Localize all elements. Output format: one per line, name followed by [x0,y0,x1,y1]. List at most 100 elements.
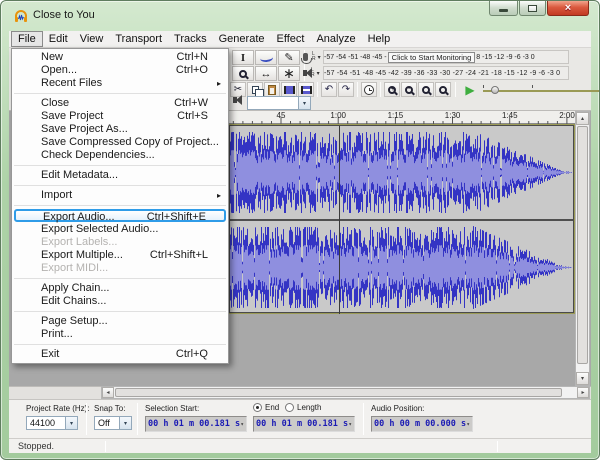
copy-icon [251,85,264,99]
menu-item-open[interactable]: Open... Ctrl+O [12,64,228,77]
menu-item-edit-chains[interactable]: Edit Chains... [12,295,228,308]
scroll-down-button[interactable]: ▾ [576,372,589,385]
play-icon: ▶ [465,82,475,97]
selection-tool-button[interactable]: I [232,50,254,65]
audio-position-field[interactable]: 00 h 00 m 00.000 s ▾ [371,416,473,432]
clock-icon [364,84,374,95]
chevron-down-icon: ▾ [317,54,321,61]
playback-speed-slider[interactable] [483,85,599,95]
ruler-label: 1:30 [444,111,461,120]
maximize-button[interactable] [519,1,546,16]
record-meter[interactable]: -57 -54 -51 -48 -45 - Click to Start Mon… [323,50,569,64]
timeshift-tool-button[interactable]: ↔ [255,66,277,81]
sync-lock-button[interactable] [361,82,377,97]
menu-item-import[interactable]: Import ▸ [12,189,228,202]
selection-end-field[interactable]: 00 h 01 m 00.181 s ▾ [253,416,355,432]
selection-start-field[interactable]: 00 h 01 m 00.181 s ▾ [145,416,247,432]
chevron-down-icon: ▾ [119,417,131,429]
copy-button[interactable] [247,82,264,99]
menubar-item-file[interactable]: File [11,31,43,47]
menu-separator [14,278,226,279]
draw-tool-button[interactable]: ✎ [278,50,300,65]
menubar-item-generate[interactable]: Generate [213,31,271,47]
menu-item-close[interactable]: Close Ctrl+W [12,97,228,110]
undo-button[interactable]: ↶ [321,82,337,97]
menu-separator [14,344,226,345]
radio-selected-icon [253,403,262,412]
paste-icon [268,84,276,95]
timeline-ruler[interactable]: 45 1:00 1:15 1:30 1:45 2:00 [228,111,575,124]
fit-selection-button[interactable] [418,82,434,97]
horizontal-scrollbar[interactable]: ◂ ▸ [101,386,590,399]
chevron-down-icon: ▾ [466,420,470,428]
menu-item-save-project[interactable]: Save Project Ctrl+S [12,110,228,123]
play-at-speed-button[interactable]: ▶ [461,82,479,97]
record-meter-button[interactable]: LR ▾ [301,50,321,64]
fit-project-button[interactable] [435,82,451,97]
close-button[interactable]: × [547,1,589,16]
pencil-icon: ✎ [284,52,294,64]
menu-item-new[interactable]: New Ctrl+N [12,51,228,64]
multi-tool-button[interactable]: ∗ [278,65,300,81]
zoom-out-button[interactable]: - [401,82,417,97]
menu-item-page-setup[interactable]: Page Setup... [12,315,228,328]
slider-thumb[interactable] [491,86,499,94]
end-radio[interactable]: End [253,403,279,412]
monitor-label[interactable]: Click to Start Monitoring [387,51,476,63]
menu-item-export-multiple[interactable]: Export Multiple... Ctrl+Shift+L [12,249,228,262]
silence-audio-button[interactable] [298,82,314,97]
menubar-item-view[interactable]: View [74,31,110,47]
menu-item-export-selected-audio[interactable]: Export Selected Audio... [12,223,228,236]
chevron-down-icon: ▾ [298,97,310,109]
menubar-item-edit[interactable]: Edit [43,31,74,47]
menu-item-save-project-as[interactable]: Save Project As... [12,123,228,136]
zoom-tool-button[interactable] [232,66,254,81]
trim-audio-button[interactable] [281,82,297,97]
vertical-scrollbar[interactable]: ▴ ▾ [575,111,590,386]
zoom-out-icon: - [405,85,413,94]
playback-meter[interactable]: -57 -54 -51 -48 -45 -42 -39 -36 -33 -30 … [323,66,569,80]
zoom-in-button[interactable]: + [384,82,400,97]
menu-item-check-dependencies[interactable]: Check Dependencies... [12,149,228,162]
menubar-item-transport[interactable]: Transport [109,31,168,47]
redo-button[interactable]: ↷ [338,82,354,97]
menu-separator [14,165,226,166]
scroll-right-button[interactable]: ▸ [577,387,589,398]
menu-item-print[interactable]: Print... [12,328,228,341]
snap-to-select[interactable]: Off ▾ [94,416,132,430]
menu-item-apply-chain[interactable]: Apply Chain... [12,282,228,295]
length-radio[interactable]: Length [285,403,321,412]
ruler-label: 45 [276,111,286,120]
selection-start-label: Selection Start: [145,404,200,413]
menu-item-edit-metadata[interactable]: Edit Metadata... [12,169,228,182]
scroll-up-button[interactable]: ▴ [576,112,589,125]
menu-item-recent-files[interactable]: Recent Files ▸ [12,77,228,90]
horizontal-scroll-thumb[interactable] [115,388,562,397]
envelope-tool-button[interactable] [255,50,277,65]
selection-end-value: 00 h 01 m 00.181 s [256,419,349,429]
output-device-select[interactable]: ▾ [247,96,311,110]
microphone-icon [301,53,312,64]
menubar-item-help[interactable]: Help [362,31,397,47]
minimize-button[interactable] [489,1,518,16]
maximize-icon [528,4,537,12]
audio-track[interactable] [228,124,575,314]
fit-selection-icon [422,85,430,94]
titlebar[interactable]: Close to You × [1,1,599,31]
project-rate-select[interactable]: 44100 ▾ [26,416,78,430]
menu-item-export-audio[interactable]: Export Audio... Ctrl+Shift+E [14,209,226,223]
menubar-item-tracks[interactable]: Tracks [168,31,213,47]
status-text: Stopped. [18,441,55,451]
paste-button[interactable] [264,82,280,97]
scissors-icon: ✂ [233,84,243,95]
ruler-label: 1:45 [502,111,518,120]
menubar-item-effect[interactable]: Effect [271,31,311,47]
length-radio-label: Length [297,403,322,412]
menubar-item-analyze[interactable]: Analyze [310,31,361,47]
scroll-left-button[interactable]: ◂ [102,387,114,398]
vertical-scroll-thumb[interactable] [577,126,588,364]
playback-meter-button[interactable]: LR ▾ [301,66,321,80]
menu-item-save-compressed-copy-of-project[interactable]: Save Compressed Copy of Project... [12,136,228,149]
record-meter-scale-left: -57 -54 -51 -48 -45 - [324,53,387,61]
menu-item-exit[interactable]: Exit Ctrl+Q [12,348,228,361]
